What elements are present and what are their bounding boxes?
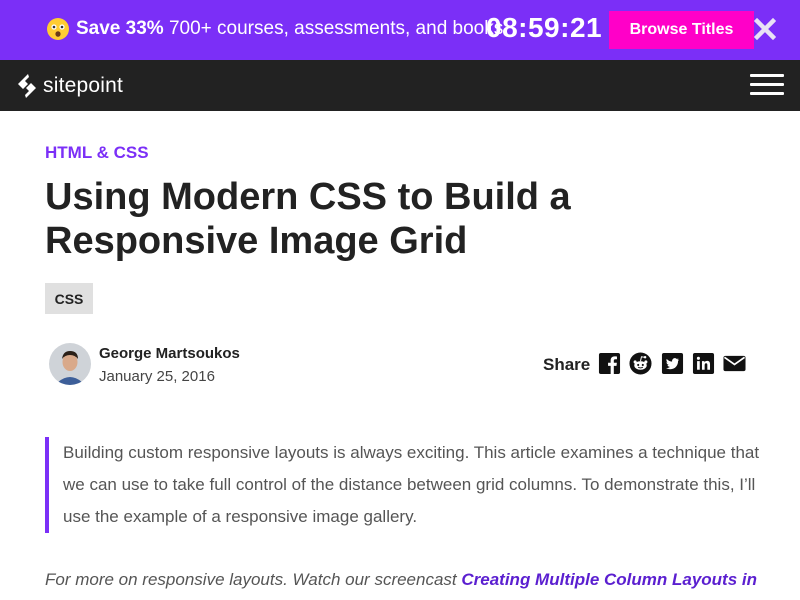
lead-text: Building custom responsive layouts is al…	[63, 443, 760, 526]
facebook-icon[interactable]	[598, 352, 621, 375]
top-nav: sitepoint	[0, 60, 800, 111]
sitepoint-logo-icon	[18, 74, 36, 98]
avatar-image	[49, 343, 91, 385]
article-title: Using Modern CSS to Build a Responsive I…	[45, 176, 571, 262]
linkedin-icon[interactable]	[692, 352, 715, 375]
promo-save: Save 33%	[76, 18, 164, 39]
sitepoint-logo[interactable]: sitepoint	[16, 73, 123, 99]
reddit-icon[interactable]	[629, 352, 652, 375]
astonished-face-icon	[47, 18, 69, 40]
promo-banner: Save 33% 700+ courses, assessments, and …	[0, 0, 800, 60]
publish-date: January 25, 2016	[99, 368, 215, 385]
promo-text: Save 33% 700+ courses, assessments, and …	[76, 18, 503, 40]
close-icon[interactable]	[754, 17, 776, 41]
category-link[interactable]: HTML & CSS	[45, 143, 149, 163]
email-icon[interactable]	[722, 352, 747, 375]
promo-offer: 700+ courses, assessments, and books	[168, 18, 504, 39]
author-name[interactable]: George Martsoukos	[99, 345, 240, 362]
logo-text: sitepoint	[43, 74, 124, 97]
hamburger-menu-icon[interactable]	[750, 74, 784, 96]
share-label: Share	[543, 355, 591, 374]
author-avatar[interactable]	[49, 343, 91, 385]
browse-titles-button[interactable]: Browse Titles	[609, 11, 754, 49]
lead-blockquote: Building custom responsive layouts is al…	[45, 437, 760, 533]
screencast-text: For more on responsive layouts. Watch ou…	[45, 570, 462, 589]
tag-css[interactable]: CSS	[45, 283, 93, 314]
screencast-link[interactable]: Creating Multiple Column Layouts in	[461, 570, 757, 589]
screencast-note: For more on responsive layouts. Watch ou…	[45, 570, 800, 590]
twitter-icon[interactable]	[661, 352, 684, 375]
countdown-timer: 08:59:21	[486, 12, 603, 43]
